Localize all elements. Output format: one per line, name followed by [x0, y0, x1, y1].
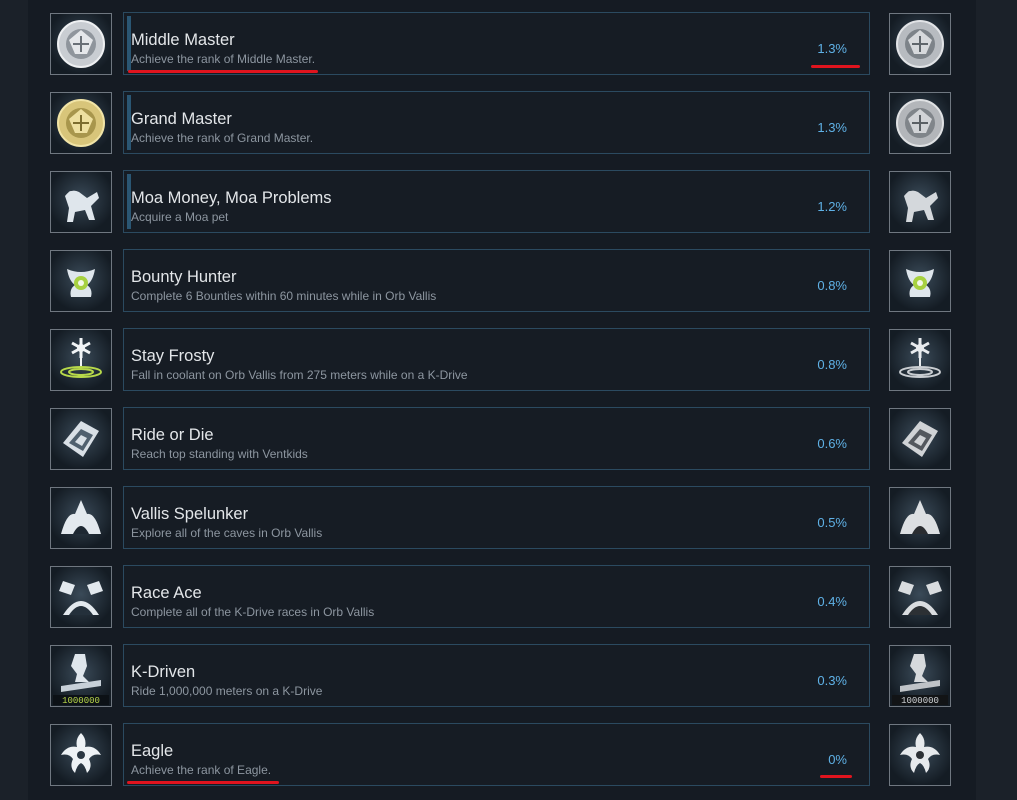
achievement-description: Ride 1,000,000 meters on a K-Drive	[131, 684, 323, 698]
warframe-eagle-icon	[889, 724, 951, 786]
achievement-card[interactable]: Ride or Die Reach top standing with Vent…	[123, 407, 870, 470]
achievement-description: Reach top standing with Ventkids	[131, 447, 308, 461]
achievement-title: Eagle	[131, 742, 174, 760]
k-drive-rider-icon: 1000000	[889, 645, 951, 707]
achievement-row: Grand Master Achieve the rank of Grand M…	[28, 91, 976, 158]
middle-master-badge-icon	[889, 13, 951, 75]
moa-pet-icon	[889, 171, 951, 233]
achievement-title: Race Ace	[131, 584, 202, 602]
moa-pet-icon	[50, 171, 112, 233]
annotation-underline	[811, 65, 860, 68]
achievement-title: Vallis Spelunker	[131, 505, 249, 523]
achievement-row: Stay Frosty Fall in coolant on Orb Valli…	[28, 328, 976, 395]
coolant-splash-icon	[889, 329, 951, 391]
achievement-percent: 0.6%	[817, 436, 847, 451]
achievement-card[interactable]: Race Ace Complete all of the K-Drive rac…	[123, 565, 870, 628]
achievement-title: Stay Frosty	[131, 347, 215, 365]
achievement-row: Ride or Die Reach top standing with Vent…	[28, 407, 976, 474]
annotation-underline	[128, 70, 318, 73]
achievement-percent: 1.3%	[817, 41, 847, 56]
achievement-card[interactable]: Vallis Spelunker Explore all of the cave…	[123, 486, 870, 549]
grand-master-badge-icon	[50, 92, 112, 154]
middle-master-badge-icon	[50, 13, 112, 75]
achievement-card[interactable]: Moa Money, Moa Problems Acquire a Moa pe…	[123, 170, 870, 233]
achievement-card[interactable]: K-Driven Ride 1,000,000 meters on a K-Dr…	[123, 644, 870, 707]
achievement-row: 1000000 K-Driven Ride 1,000,000 meters o…	[28, 644, 976, 711]
warframe-eagle-icon	[50, 724, 112, 786]
ventkids-board-icon	[889, 408, 951, 470]
achievement-percent: 0.3%	[817, 673, 847, 688]
ventkids-board-icon	[50, 408, 112, 470]
achievement-percent: 0.5%	[817, 515, 847, 530]
achievement-title: Ride or Die	[131, 426, 214, 444]
bounty-hunter-icon	[50, 250, 112, 312]
annotation-underline	[127, 781, 279, 784]
achievement-description: Complete all of the K-Drive races in Orb…	[131, 605, 375, 619]
achievement-description: Achieve the rank of Eagle.	[131, 763, 272, 777]
achievement-description: Achieve the rank of Middle Master.	[131, 52, 316, 66]
achievement-description: Explore all of the caves in Orb Vallis	[131, 526, 323, 540]
annotation-underline	[820, 775, 852, 778]
achievement-description: Complete 6 Bounties within 60 minutes wh…	[131, 289, 437, 303]
achievement-percent: 0%	[828, 752, 847, 767]
k-drive-badge-text: 1000000	[901, 696, 939, 706]
achievement-card[interactable]: Stay Frosty Fall in coolant on Orb Valli…	[123, 328, 870, 391]
cave-icon	[889, 487, 951, 549]
achievement-title: Middle Master	[131, 31, 235, 49]
achievement-row: Bounty Hunter Complete 6 Bounties within…	[28, 249, 976, 316]
achievement-percent: 0.8%	[817, 357, 847, 372]
achievement-row: Vallis Spelunker Explore all of the cave…	[28, 486, 976, 553]
achievement-percent: 0.8%	[817, 278, 847, 293]
grand-master-badge-icon	[889, 92, 951, 154]
achievement-card[interactable]: Grand Master Achieve the rank of Grand M…	[123, 91, 870, 154]
achievement-title: Grand Master	[131, 110, 232, 128]
achievements-panel: Middle Master Achieve the rank of Middle…	[28, 0, 976, 800]
achievement-card[interactable]: Bounty Hunter Complete 6 Bounties within…	[123, 249, 870, 312]
achievement-description: Achieve the rank of Grand Master.	[131, 131, 314, 145]
race-flags-icon	[889, 566, 951, 628]
bounty-hunter-icon	[889, 250, 951, 312]
k-drive-rider-icon: 1000000	[50, 645, 112, 707]
achievement-card[interactable]: Middle Master Achieve the rank of Middle…	[123, 12, 870, 75]
achievement-percent: 1.3%	[817, 120, 847, 135]
achievement-card[interactable]: Eagle Achieve the rank of Eagle. 0%	[123, 723, 870, 786]
achievement-percent: 1.2%	[817, 199, 847, 214]
achievement-row: Race Ace Complete all of the K-Drive rac…	[28, 565, 976, 632]
achievement-percent: 0.4%	[817, 594, 847, 609]
cave-icon	[50, 487, 112, 549]
achievement-title: Bounty Hunter	[131, 268, 237, 286]
achievement-title: Moa Money, Moa Problems	[131, 189, 332, 207]
k-drive-badge-text: 1000000	[62, 696, 100, 706]
achievement-description: Fall in coolant on Orb Vallis from 275 m…	[131, 368, 468, 382]
achievement-description: Acquire a Moa pet	[131, 210, 229, 224]
race-flags-icon	[50, 566, 112, 628]
achievement-row: Moa Money, Moa Problems Acquire a Moa pe…	[28, 170, 976, 237]
coolant-splash-icon	[50, 329, 112, 391]
achievement-title: K-Driven	[131, 663, 196, 681]
